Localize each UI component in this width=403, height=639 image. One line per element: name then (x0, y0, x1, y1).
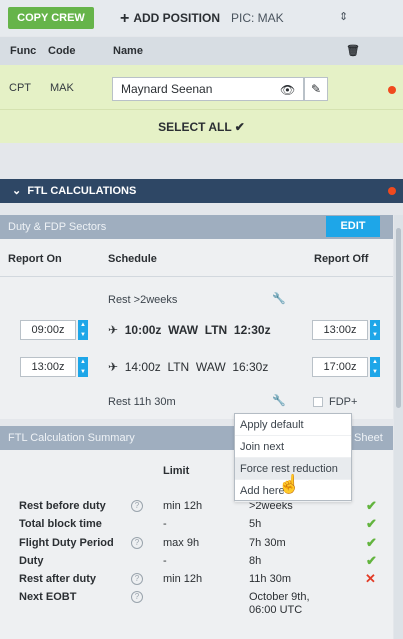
summary-limit: - (163, 518, 167, 530)
info-icon[interactable]: ? (131, 573, 143, 585)
col-report-on: Report On (8, 253, 62, 265)
summary-label: Flight Duty Period (19, 537, 114, 549)
chevron-down-icon: ⌄ (12, 185, 22, 197)
info-icon[interactable]: ? (131, 591, 143, 603)
sector-row: ✈ 14:00z LTN WAW 16:30z (108, 360, 268, 374)
summary-label: Rest before duty (19, 500, 106, 512)
report-off-input[interactable]: 17:00z (312, 357, 368, 377)
edit-icon[interactable]: ✎ (304, 77, 328, 101)
arr-airport: LTN (204, 323, 228, 337)
report-off-input[interactable]: 13:00z (312, 320, 368, 340)
rest-before: Rest >2weeks (108, 294, 178, 306)
trash-icon[interactable]: 🗑 (346, 44, 360, 57)
report-on-input[interactable]: 09:00z (20, 320, 76, 340)
col-name: Name (113, 45, 143, 57)
add-position-button[interactable]: + ADD POSITION (120, 10, 220, 28)
chevron-updown-icon[interactable]: ⇕ (339, 10, 348, 23)
arr-time: 12:30z (233, 323, 271, 337)
wrench-icon[interactable]: 🔧 (272, 394, 286, 407)
crew-table-header: Func Code Name 🗑 (0, 37, 403, 65)
col-schedule: Schedule (108, 253, 157, 265)
arr-time: 16:30z (232, 360, 269, 374)
check-icon: ✔ (366, 498, 377, 513)
duty-columns: Report On Schedule Report Off (0, 239, 393, 277)
arr-airport: WAW (195, 360, 226, 374)
summary-value: 7h 30m (249, 537, 286, 549)
summary-limit: - (163, 555, 167, 567)
ftl-title: FTL CALCULATIONS (27, 185, 137, 197)
fdp-plus-label: FDP+ (329, 396, 358, 408)
check-icon: ✔ (366, 553, 377, 568)
menu-apply-default[interactable]: Apply default (235, 414, 351, 436)
col-code: Code (48, 45, 76, 57)
wrench-icon[interactable]: 🔧 (272, 292, 286, 305)
dep-airport: LTN (167, 360, 190, 374)
ftl-section-header[interactable]: ⌄ FTL CALCULATIONS (0, 179, 403, 203)
summary-value: October 9th, (249, 591, 310, 603)
pic-select[interactable]: PIC: MAK (231, 11, 284, 25)
dep-time: 14:00z (124, 360, 161, 374)
summary-label: Rest after duty (19, 573, 97, 585)
crew-row: CPT MAK Maynard Seenan 👁 ✎ (0, 65, 403, 109)
crew-func: CPT (9, 82, 31, 94)
report-off-stepper[interactable]: ▲ ▼ (370, 357, 380, 377)
summary-limit: min 12h (163, 573, 203, 585)
info-icon[interactable]: ? (131, 537, 143, 549)
plane-icon: ✈ (108, 360, 119, 374)
plane-icon: ✈ (108, 323, 119, 337)
summary-limit: max 9h (163, 537, 200, 549)
info-icon[interactable]: ? (131, 500, 143, 512)
copy-crew-button[interactable]: COPY CREW (8, 7, 94, 29)
summary-label: Duty (19, 555, 44, 567)
check-icon: ✔ (366, 535, 377, 550)
plus-icon: + (120, 10, 130, 27)
status-dot (388, 86, 396, 94)
report-on-input[interactable]: 13:00z (20, 357, 76, 377)
cross-icon: ✕ (365, 571, 376, 586)
eye-icon[interactable]: 👁 (280, 83, 295, 97)
summary-limit: min 12h (163, 500, 203, 512)
report-on-stepper[interactable]: ▲ ▼ (78, 357, 88, 377)
fdp-plus-checkbox[interactable] (313, 397, 323, 407)
sector-row: ✈ 10:00z WAW LTN 12:30z (108, 323, 271, 337)
summary-label: Next EOBT (19, 591, 77, 603)
hand-cursor-icon: ☝ (278, 474, 301, 494)
col-report-off: Report Off (314, 253, 369, 265)
toolbar: COPY CREW + ADD POSITION PIC: MAK ⇕ (0, 0, 403, 36)
report-on-stepper[interactable]: ▲ ▼ (78, 320, 88, 340)
summary-label: Total block time (19, 518, 102, 530)
check-icon: ✔ (366, 516, 377, 531)
crew-name-field[interactable]: Maynard Seenan (112, 77, 304, 101)
ftl-status-dot (388, 187, 396, 195)
report-off-stepper[interactable]: ▲ ▼ (370, 320, 380, 340)
col-func: Func (10, 45, 37, 57)
crew-code: MAK (50, 82, 74, 94)
dep-time: 10:00z (124, 323, 162, 337)
sheet-link[interactable]: Sheet (354, 432, 383, 444)
limit-header: Limit (163, 465, 190, 477)
scrollbar-thumb[interactable] (396, 228, 401, 408)
rest-after: Rest 11h 30m (108, 396, 176, 408)
summary-value: 8h (249, 555, 262, 567)
add-position-label: ADD POSITION (133, 11, 221, 25)
summary-value-2: 06:00 UTC (249, 604, 303, 616)
summary-value: 11h 30m (249, 573, 291, 585)
edit-button[interactable]: EDIT (326, 216, 380, 237)
summary-value: 5h (249, 518, 262, 530)
dep-airport: WAW (168, 323, 199, 337)
select-all-button[interactable]: SELECT ALL ✔ (0, 109, 403, 143)
menu-join-next[interactable]: Join next (235, 436, 351, 458)
